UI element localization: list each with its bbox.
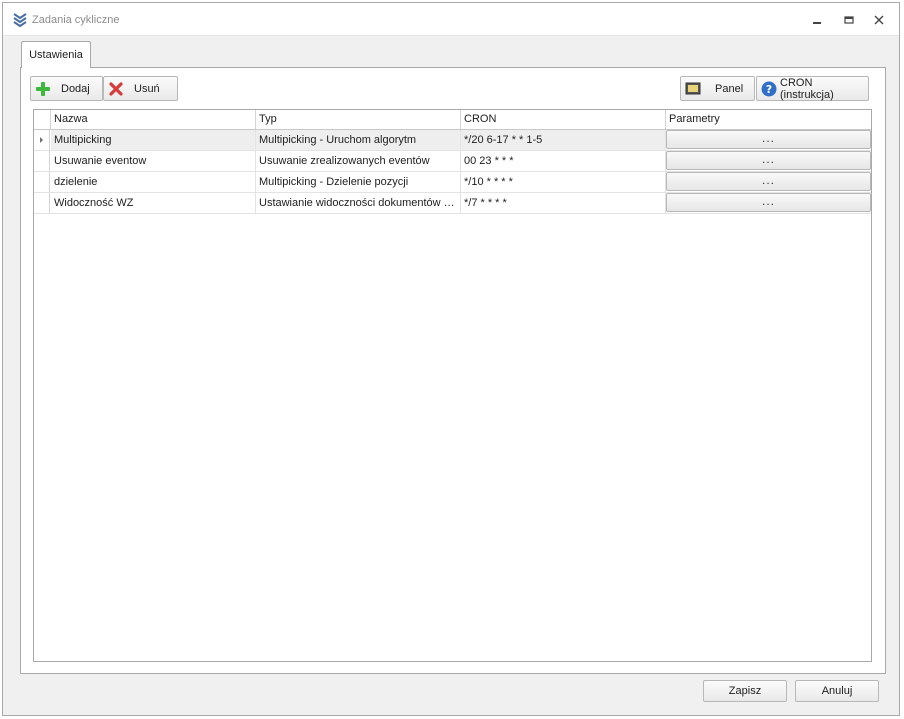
panel-button[interactable]: Panel bbox=[680, 76, 755, 101]
table-row[interactable]: Usuwanie eventow Usuwanie zrealizowanych… bbox=[34, 151, 871, 172]
row-pointer-icon bbox=[40, 137, 43, 143]
parameters-button[interactable]: ... bbox=[666, 172, 871, 191]
parameters-button[interactable]: ... bbox=[666, 151, 871, 170]
tab-ustawienia[interactable]: Ustawienia bbox=[21, 41, 91, 68]
row-indicator bbox=[34, 193, 50, 213]
save-button-label: Zapisz bbox=[728, 685, 762, 697]
close-icon bbox=[874, 15, 884, 25]
restore-icon bbox=[844, 16, 854, 24]
plus-icon bbox=[36, 81, 50, 96]
dialog-window: Zadania cykliczne Ustawienia Dodaj Usuń bbox=[2, 2, 900, 716]
svg-text:?: ? bbox=[766, 83, 772, 96]
parameters-button[interactable]: ... bbox=[666, 193, 871, 212]
table-row[interactable]: Widoczność WZ Ustawianie widoczności dok… bbox=[34, 193, 871, 214]
remove-button-label: Usuń bbox=[134, 82, 160, 95]
table-row[interactable]: Multipicking Multipicking - Uruchom algo… bbox=[34, 130, 871, 151]
cancel-button-label: Anuluj bbox=[821, 685, 853, 697]
add-button-label: Dodaj bbox=[61, 82, 90, 95]
title-bar: Zadania cykliczne bbox=[3, 3, 899, 36]
tasks-grid: Nazwa Typ CRON Parametry Multipicking Mu… bbox=[33, 109, 872, 662]
column-header-cron[interactable]: CRON bbox=[461, 110, 666, 129]
cancel-button[interactable]: Anuluj bbox=[795, 680, 879, 702]
window-title: Zadania cykliczne bbox=[32, 14, 120, 26]
cron-help-button-label: CRON (instrukcja) bbox=[780, 76, 834, 101]
monitor-icon bbox=[685, 82, 701, 94]
cron-help-button[interactable]: ? CRON (instrukcja) bbox=[756, 76, 869, 101]
parameters-button[interactable]: ... bbox=[666, 130, 871, 149]
grid-header: Nazwa Typ CRON Parametry bbox=[34, 110, 871, 130]
column-header-parametry[interactable]: Parametry bbox=[666, 110, 871, 129]
cell-cron[interactable]: 00 23 * * * bbox=[461, 151, 666, 171]
add-button[interactable]: Dodaj bbox=[30, 76, 103, 101]
cell-typ[interactable]: Usuwanie zrealizowanych eventów bbox=[256, 151, 461, 171]
close-button[interactable] bbox=[871, 12, 887, 28]
row-indicator bbox=[34, 151, 50, 171]
save-button[interactable]: Zapisz bbox=[703, 680, 787, 702]
tab-label: Ustawienia bbox=[29, 49, 83, 61]
cell-typ[interactable]: Multipicking - Uruchom algorytm bbox=[256, 130, 461, 150]
cell-nazwa[interactable]: dzielenie bbox=[51, 172, 256, 192]
remove-button[interactable]: Usuń bbox=[103, 76, 178, 101]
minimize-icon bbox=[813, 22, 821, 24]
column-header-nazwa[interactable]: Nazwa bbox=[51, 110, 256, 129]
header-indicator bbox=[34, 110, 51, 129]
cell-cron[interactable]: */20 6-17 * * 1-5 bbox=[461, 130, 666, 150]
cell-cron[interactable]: */7 * * * * bbox=[461, 193, 666, 213]
delete-x-icon bbox=[109, 81, 123, 96]
chevrons-down-icon bbox=[13, 13, 27, 28]
column-header-typ[interactable]: Typ bbox=[256, 110, 461, 129]
cell-nazwa[interactable]: Usuwanie eventow bbox=[51, 151, 256, 171]
table-row[interactable]: dzielenie Multipicking - Dzielenie pozyc… bbox=[34, 172, 871, 193]
cell-nazwa[interactable]: Widoczność WZ bbox=[51, 193, 256, 213]
question-circle-icon: ? bbox=[761, 81, 777, 96]
row-indicator bbox=[34, 172, 50, 192]
cell-typ[interactable]: Multipicking - Dzielenie pozycji bbox=[256, 172, 461, 192]
panel-button-label: Panel bbox=[715, 82, 744, 95]
cell-cron[interactable]: */10 * * * * bbox=[461, 172, 666, 192]
restore-button[interactable] bbox=[841, 12, 857, 28]
cell-typ[interactable]: Ustawianie widoczności dokumentów W... bbox=[256, 193, 461, 213]
minimize-button[interactable] bbox=[809, 12, 825, 28]
row-indicator bbox=[34, 130, 50, 150]
cell-nazwa[interactable]: Multipicking bbox=[51, 130, 256, 150]
